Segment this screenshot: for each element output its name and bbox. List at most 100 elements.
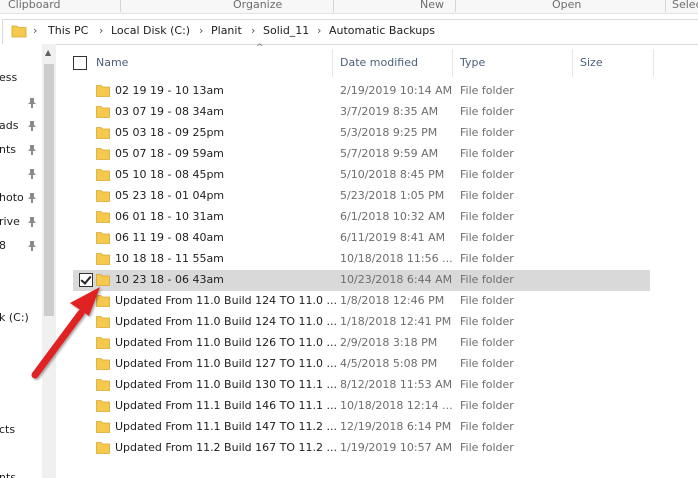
select-all-checkbox[interactable] (73, 56, 87, 70)
pin-icon[interactable] (28, 241, 36, 251)
breadcrumb-chevron-icon[interactable]: › (99, 24, 103, 37)
row-name: 05 03 18 - 09 25pm (115, 126, 225, 139)
pin-icon[interactable] (28, 193, 36, 203)
breadcrumb-local-disk[interactable]: Local Disk (C:) (111, 24, 190, 37)
ribbon-group-labels: Clipboard Organize New Open Selec (0, 0, 698, 14)
folder-icon (96, 315, 110, 331)
row-name: Updated From 11.0 Build 126 TO 11.0 ... (115, 336, 338, 349)
row-type: File folder (460, 399, 514, 412)
pin-icon[interactable] (28, 121, 36, 131)
row-name: 05 07 18 - 09 59am (115, 147, 224, 160)
pin-icon[interactable] (28, 169, 36, 179)
breadcrumb-planit[interactable]: Planit (211, 24, 242, 37)
row-date-modified: 8/12/2018 11:53 AM (340, 378, 453, 391)
folder-icon (96, 168, 110, 184)
row-name: 02 19 19 - 10 13am (115, 84, 224, 97)
pin-icon[interactable] (28, 98, 36, 108)
row-type: File folder (460, 357, 514, 370)
row-date-modified: 1/18/2018 12:41 PM (340, 315, 452, 328)
ribbon-group-organize: Organize (233, 0, 283, 11)
table-row[interactable]: Updated From 11.0 Build 124 TO 11.0 ... 1… (73, 312, 650, 333)
table-row[interactable]: Updated From 11.1 Build 146 TO 11.1 ... 1… (73, 396, 650, 417)
row-name: Updated From 11.0 Build 127 TO 11.0 ... (115, 357, 338, 370)
table-row[interactable]: Updated From 11.0 Build 127 TO 11.0 ... 4… (73, 354, 650, 375)
nav-item-objects[interactable]: cts (0, 423, 15, 436)
row-name: Updated From 11.0 Build 130 TO 11.1 ... (115, 378, 338, 391)
column-name[interactable]: Name (96, 56, 128, 69)
breadcrumb-chevron-icon[interactable]: › (317, 24, 321, 37)
scroll-up-arrow-icon[interactable]: ▲ (45, 48, 51, 57)
nav-item-documents[interactable]: nts (0, 143, 16, 156)
row-checkbox[interactable] (79, 273, 93, 287)
table-row[interactable]: 05 10 18 - 08 45pm 5/10/2018 8:45 PM File … (73, 165, 650, 186)
pin-icon[interactable] (28, 217, 36, 227)
column-date-modified[interactable]: Date modified (340, 56, 418, 69)
row-name: 05 23 18 - 01 04pm (115, 189, 225, 202)
breadcrumb-automatic-backups[interactable]: Automatic Backups (329, 24, 435, 37)
scrollbar-thumb[interactable] (44, 64, 54, 316)
ribbon-divider (333, 0, 334, 12)
folder-icon (96, 189, 110, 205)
row-type: File folder (460, 441, 514, 454)
row-type: File folder (460, 231, 514, 244)
row-name: 05 10 18 - 08 45pm (115, 168, 225, 181)
folder-icon (96, 147, 110, 163)
column-size[interactable]: Size (580, 56, 603, 69)
pin-icon[interactable] (28, 145, 36, 155)
sort-ascending-icon: ^ (256, 43, 264, 53)
column-header: ^ Name Date modified Type Size (57, 43, 698, 77)
row-date-modified: 10/18/2018 12:14 ... (340, 399, 453, 412)
table-row[interactable]: Updated From 11.0 Build 130 TO 11.1 ... 8… (73, 375, 650, 396)
column-divider[interactable] (332, 49, 333, 77)
table-row[interactable]: Updated From 11.2 Build 167 TO 11.2 ... 1… (73, 438, 650, 459)
nav-item-documents-2[interactable]: nts (0, 471, 16, 478)
column-divider[interactable] (452, 49, 453, 77)
row-date-modified: 5/3/2018 9:25 PM (340, 126, 438, 139)
row-name: 10 18 18 - 11 55am (115, 252, 224, 265)
nav-scrollbar[interactable]: ▲ (42, 44, 56, 478)
column-type[interactable]: Type (460, 56, 485, 69)
table-row[interactable]: 05 23 18 - 01 04pm 5/23/2018 1:05 PM File … (73, 186, 650, 207)
row-date-modified: 12/19/2018 6:14 PM (340, 420, 452, 433)
row-name: 03 07 19 - 08 34am (115, 105, 224, 118)
table-row[interactable]: Updated From 11.0 Build 124 TO 11.0 ... 1… (73, 291, 650, 312)
ribbon-divider (455, 0, 456, 12)
navigation-pane: ess ads nts hoto rive 8 k (C:) cts nts (0, 44, 42, 478)
folder-icon (96, 399, 110, 415)
breadcrumb-chevron-icon[interactable]: › (251, 24, 255, 37)
row-type: File folder (460, 315, 514, 328)
row-type: File folder (460, 126, 514, 139)
nav-item-photos[interactable]: hoto (0, 191, 24, 204)
breadcrumb-solid-11[interactable]: Solid_11 (263, 24, 309, 37)
table-row[interactable]: 05 07 18 - 09 59am 5/7/2018 9:59 AM File f… (73, 144, 650, 165)
table-row[interactable]: 05 03 18 - 09 25pm 5/3/2018 9:25 PM File f… (73, 123, 650, 144)
row-name: Updated From 11.1 Build 146 TO 11.1 ... (115, 399, 338, 412)
nav-item-8[interactable]: 8 (0, 239, 6, 252)
breadcrumb-chevron-icon[interactable]: › (33, 24, 37, 37)
column-divider[interactable] (572, 49, 573, 77)
folder-icon (96, 378, 110, 394)
table-row[interactable]: 06 01 18 - 10 31am 6/1/2018 10:32 AM File … (73, 207, 650, 228)
folder-icon (96, 210, 110, 226)
breadcrumb-this-pc[interactable]: This PC (48, 24, 88, 37)
table-row[interactable]: 02 19 19 - 10 13am 2/19/2019 10:14 AM File… (73, 81, 650, 102)
nav-item-drive[interactable]: rive (0, 215, 20, 228)
breadcrumb-chevron-icon[interactable]: › (199, 24, 203, 37)
address-bar[interactable]: › This PC › Local Disk (C:) › Planit › S… (2, 19, 698, 45)
row-date-modified: 1/19/2019 10:57 AM (340, 441, 453, 454)
row-name: 06 01 18 - 10 31am (115, 210, 224, 223)
folder-icon (96, 105, 110, 121)
row-type: File folder (460, 105, 514, 118)
table-row[interactable]: 10 18 18 - 11 55am 10/18/2018 11:56 ... Fi… (73, 249, 650, 270)
nav-item-downloads[interactable]: ads (0, 119, 18, 132)
table-row[interactable]: Updated From 11.0 Build 126 TO 11.0 ... 2… (73, 333, 650, 354)
ribbon-group-new: New (420, 0, 444, 11)
table-row[interactable]: Updated From 11.1 Build 147 TO 11.2 ... 1… (73, 417, 650, 438)
table-row-selected[interactable]: 10 23 18 - 06 43am 10/23/2018 6:44 AM File… (73, 270, 650, 291)
table-row[interactable]: 06 11 19 - 08 40am 6/11/2019 8:41 AM File … (73, 228, 650, 249)
column-divider[interactable] (653, 49, 654, 77)
nav-item-local-disk[interactable]: k (C:) (0, 311, 29, 324)
folder-icon (96, 252, 110, 268)
nav-item-quick-access[interactable]: ess (0, 71, 17, 84)
table-row[interactable]: 03 07 19 - 08 34am 3/7/2019 8:35 AM File f… (73, 102, 650, 123)
